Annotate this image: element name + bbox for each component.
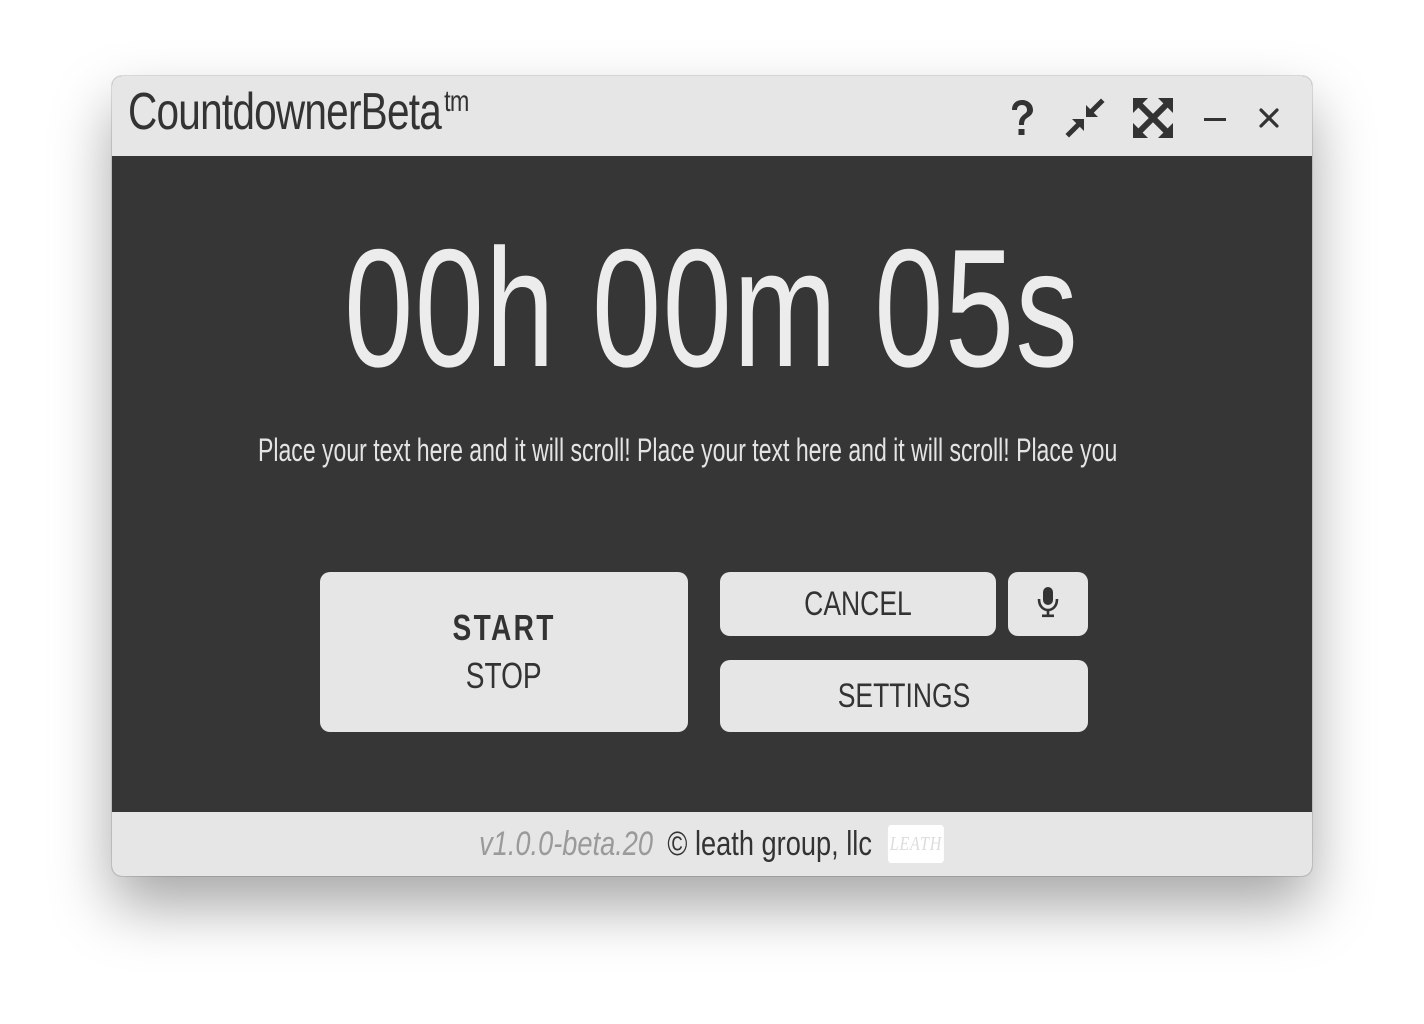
settings-label: SETTINGS: [837, 676, 971, 715]
microphone-icon: [1036, 585, 1060, 624]
copyright-text: © leath group, llc: [667, 824, 873, 863]
trademark-mark: tm: [444, 85, 469, 118]
expand-icon: [1131, 96, 1175, 140]
leath-logo-text: LEATH: [890, 832, 943, 855]
cancel-button[interactable]: CANCEL: [720, 572, 996, 636]
help-button[interactable]: [998, 94, 1046, 142]
cancel-label: CANCEL: [804, 584, 912, 623]
compress-icon: [1064, 97, 1106, 139]
stop-label: STOP: [466, 655, 542, 696]
settings-button[interactable]: SETTINGS: [720, 660, 1088, 732]
microphone-button[interactable]: [1008, 572, 1088, 636]
minimize-button[interactable]: [1191, 94, 1239, 142]
countdown-text: 00h 00m 05s: [344, 214, 1080, 402]
app-window: CountdownerBeta tm 00h 00m 05s Place you…: [112, 76, 1312, 876]
minimize-icon: [1203, 106, 1227, 130]
help-icon: [1006, 98, 1038, 138]
countdown-display: 00h 00m 05s: [112, 224, 1312, 392]
version-text: v1.0.0-beta.20: [479, 824, 654, 863]
app-title: CountdownerBeta tm: [128, 82, 469, 142]
compress-button[interactable]: [1061, 94, 1109, 142]
close-icon: [1258, 107, 1280, 129]
scrolling-message-text: Place your text here and it will scroll!…: [258, 432, 1118, 468]
start-label: START: [452, 607, 556, 648]
app-title-text: CountdownerBeta: [128, 83, 442, 141]
close-button[interactable]: [1245, 94, 1293, 142]
leath-logo[interactable]: LEATH: [888, 825, 945, 863]
footer: v1.0.0-beta.20 © leath group, llc LEATH: [112, 812, 1312, 876]
title-bar[interactable]: CountdownerBeta tm: [112, 76, 1312, 156]
start-stop-button[interactable]: START STOP: [320, 572, 688, 732]
scrolling-message: Place your text here and it will scroll!…: [258, 432, 1178, 476]
expand-button[interactable]: [1129, 94, 1177, 142]
